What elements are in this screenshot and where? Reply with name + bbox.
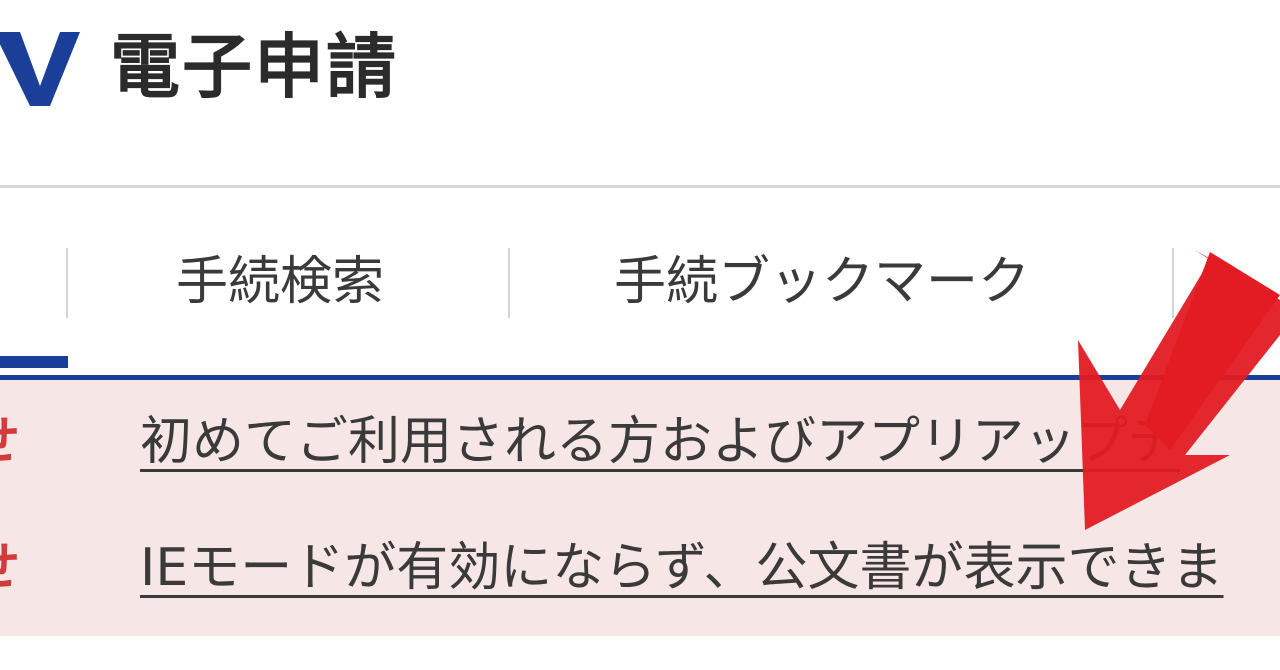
nav-active-indicator (0, 356, 68, 368)
notice-item: せ IEモードが有効にならず、公文書が表示できま (0, 520, 1280, 616)
notice-list: せ 初めてご利用される方およびアプリアップデ せ IEモードが有効にならず、公文… (0, 380, 1280, 636)
nav-separator (508, 248, 510, 318)
main-nav: 手続検索 手続ブックマーク (0, 188, 1280, 373)
nav-item-procedure-bookmark[interactable]: 手続ブックマーク (614, 242, 1030, 322)
nav-separator (66, 248, 68, 318)
notice-label: せ (0, 530, 20, 606)
site-header: 電子申請 (0, 0, 1280, 188)
notice-link[interactable]: 初めてご利用される方およびアプリアップデ (140, 404, 1180, 480)
notice-link[interactable]: IEモードが有効にならず、公文書が表示できま (140, 530, 1224, 606)
site-title: 電子申請 (110, 26, 398, 108)
notice-label: せ (0, 404, 20, 480)
page: 電子申請 手続検索 手続ブックマーク せ 初めてご利用される方およびアプリアップ… (0, 0, 1280, 670)
brand-v-logo-icon[interactable] (0, 24, 80, 110)
nav-separator (1172, 248, 1174, 318)
nav-item-procedure-search[interactable]: 手続検索 (176, 242, 384, 322)
notice-item: せ 初めてご利用される方およびアプリアップデ (0, 394, 1280, 490)
